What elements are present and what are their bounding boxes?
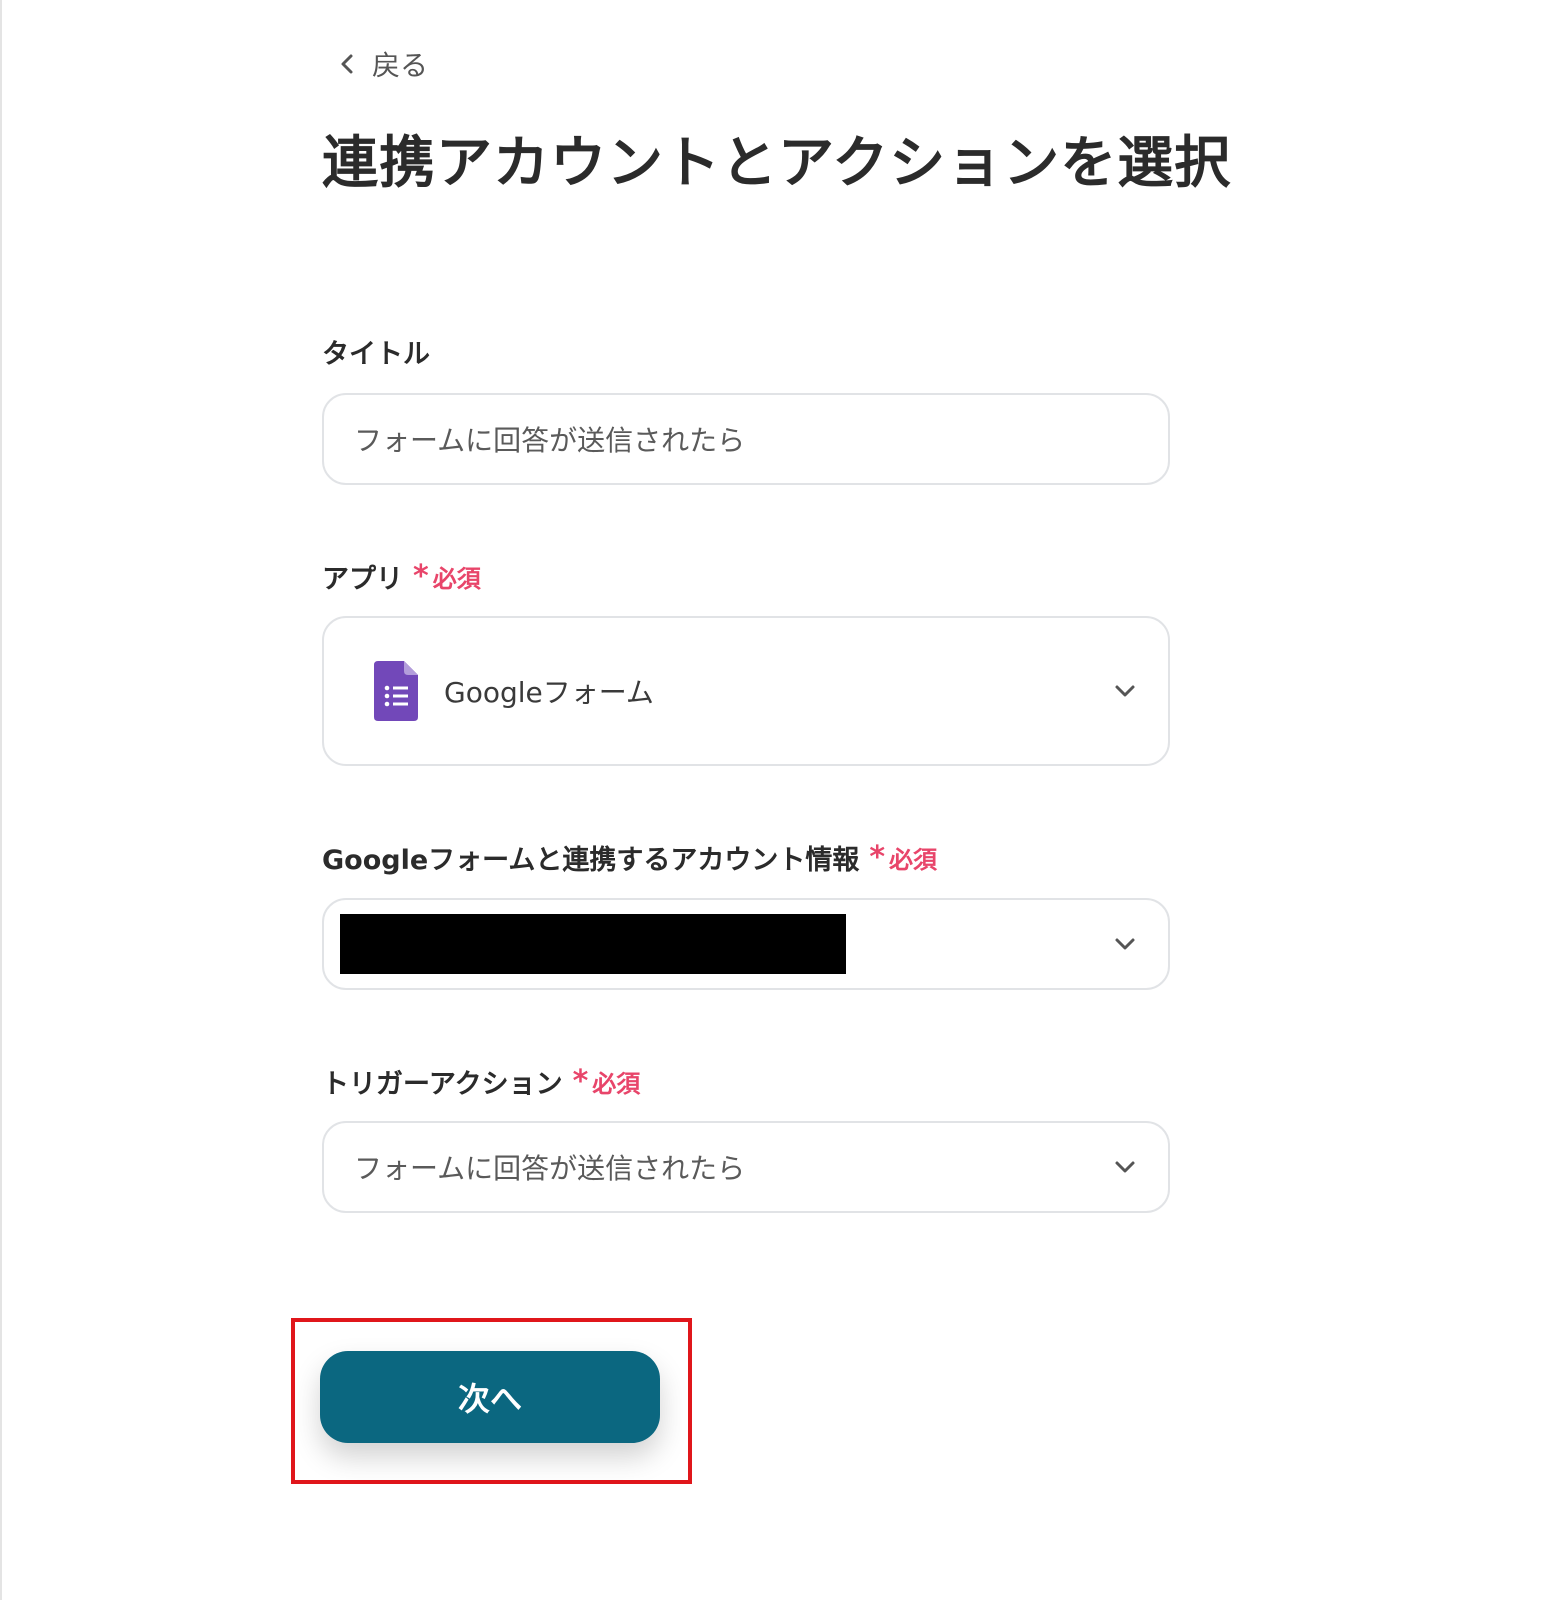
next-button[interactable]: 次へ [320,1351,660,1443]
required-text: 必須 [432,565,481,593]
trigger-field-label: トリガーアクション * 必須 [322,1062,640,1101]
google-forms-icon [374,661,418,721]
required-badge: * 必須 [573,1064,641,1099]
required-badge: * 必須 [869,840,937,875]
title-label-text: タイトル [322,339,430,370]
chevron-down-icon [1115,938,1135,950]
trigger-select-value: フォームに回答が送信されたら [354,1152,746,1185]
required-asterisk: * [413,558,429,594]
required-asterisk: * [869,839,886,875]
required-badge: * 必須 [413,559,481,594]
required-asterisk: * [572,1063,589,1099]
back-label: 戻る [372,49,429,82]
trigger-select[interactable]: フォームに回答が送信されたら [322,1121,1170,1213]
app-label-text: アプリ [322,564,403,595]
required-text: 必須 [889,846,938,874]
redacted-account-value [340,914,846,974]
chevron-left-icon [341,54,353,74]
page-title: 連携アカウントとアクションを選択 [322,131,1232,196]
chevron-down-icon [1115,1161,1135,1173]
chevron-down-icon [1115,685,1135,697]
page-left-border [0,0,2,1600]
back-link[interactable]: 戻る [336,42,428,86]
title-input[interactable]: フォームに回答が送信されたら [322,393,1170,485]
title-input-value: フォームに回答が送信されたら [354,424,746,457]
account-label-text: Googleフォームと連携するアカウント情報 [322,845,860,876]
app-select-value: Googleフォーム [444,676,654,709]
account-select[interactable] [322,898,1170,990]
title-field-label: タイトル [322,332,430,371]
account-field-label: Googleフォームと連携するアカウント情報 * 必須 [322,838,937,877]
trigger-label-text: トリガーアクション [322,1069,563,1100]
required-text: 必須 [592,1070,641,1098]
app-field-label: アプリ * 必須 [322,557,481,596]
app-select[interactable]: Googleフォーム [322,616,1170,766]
